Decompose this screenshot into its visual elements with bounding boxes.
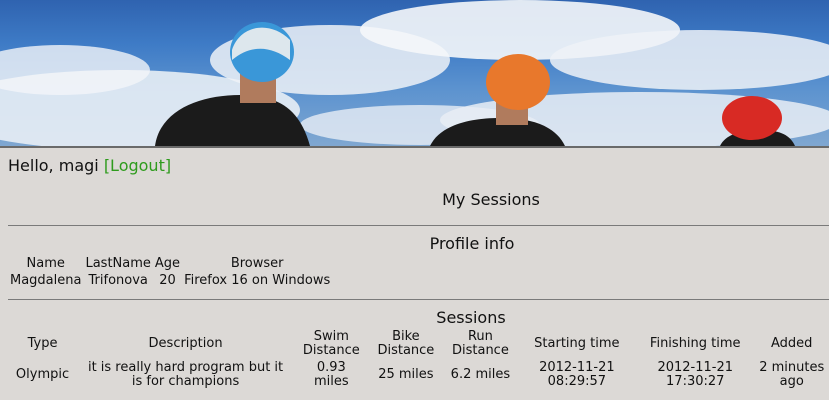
column-header: Swim Distance [302,329,360,358]
column-header: Age [154,256,181,271]
sessions-table: Type Description Swim Distance Bike Dist… [8,330,829,392]
table-cell: Trifonova [88,273,148,288]
profile-table: Name LastName Age Browser Magdalena Trif… [8,255,332,289]
column-header: Starting time [534,336,620,351]
table-cell: Firefox 16 on Windows [184,273,331,288]
column-header: Name [26,256,65,271]
greeting-bar: Hello, magi [Logout] [8,156,171,175]
column-header: Finishing time [649,336,741,351]
table-header-row: Name LastName Age Browser [8,255,332,272]
table-cell: 2012-11-21 17:30:27 [657,360,734,389]
table-row: Magdalena Trifonova 20 Firefox 16 on Win… [8,272,332,289]
table-cell: 2012-11-21 08:29:57 [539,360,615,389]
table-row: Olympic it is really hard program but it… [8,358,829,392]
header-banner-image [0,0,829,146]
table-cell: Olympic [15,367,70,382]
column-header: Run Distance [451,329,509,358]
table-cell: 2 minutes ago [759,360,825,389]
column-header: Added [771,336,813,351]
banner-divider [0,146,829,148]
column-header: Description [148,336,223,351]
page-title: My Sessions [442,190,540,209]
greeting-text: Hello, magi [8,156,99,175]
table-header-row: Type Description Swim Distance Bike Dist… [8,330,829,358]
table-cell: it is really hard program but it is for … [87,360,284,389]
table-cell: 0.93 miles [314,360,349,389]
swimmers-illustration [0,0,829,146]
sessions-title: Sessions [436,308,506,327]
table-cell: 25 miles [378,367,434,382]
column-header: Browser [230,256,284,271]
column-header: Type [27,336,58,351]
table-cell: 6.2 miles [450,367,511,382]
column-header: Bike Distance [377,329,435,358]
logout-link[interactable]: [Logout] [104,156,171,175]
profile-title: Profile info [429,234,515,253]
divider [8,299,829,300]
table-cell: 20 [159,273,176,288]
column-header: LastName [85,256,151,271]
table-cell: Magdalena [10,273,82,288]
divider [8,225,829,226]
